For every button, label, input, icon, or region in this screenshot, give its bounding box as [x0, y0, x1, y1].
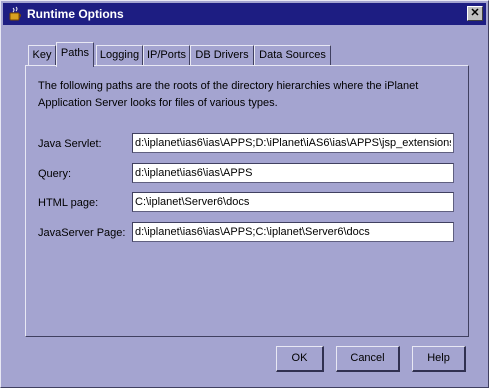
- tab-key[interactable]: Key: [28, 45, 56, 65]
- java-servlet-field[interactable]: [132, 133, 454, 153]
- cancel-button[interactable]: Cancel: [336, 346, 400, 372]
- java-cup-icon: [7, 6, 23, 22]
- title-bar[interactable]: Runtime Options ✕: [3, 3, 486, 25]
- runtime-options-dialog: Runtime Options ✕ Key Paths Logging IP/P…: [0, 0, 489, 388]
- close-icon: ✕: [470, 7, 480, 19]
- query-label: Query:: [38, 168, 72, 180]
- html-page-label: HTML page:: [38, 197, 99, 209]
- tab-logging[interactable]: Logging: [96, 45, 143, 65]
- window-title: Runtime Options: [27, 7, 124, 21]
- tab-data-sources[interactable]: Data Sources: [254, 45, 331, 65]
- java-servlet-label: Java Servlet:: [38, 138, 102, 150]
- html-page-field[interactable]: [132, 192, 454, 212]
- javaserver-page-label: JavaServer Page:: [38, 227, 126, 239]
- query-field[interactable]: [132, 163, 454, 183]
- help-button[interactable]: Help: [412, 346, 466, 372]
- close-button[interactable]: ✕: [467, 6, 483, 21]
- tab-paths[interactable]: Paths: [56, 42, 94, 67]
- tab-ip-ports[interactable]: IP/Ports: [143, 45, 190, 65]
- tab-db-drivers[interactable]: DB Drivers: [190, 45, 254, 65]
- paths-panel: The following paths are the roots of the…: [25, 65, 469, 337]
- ok-button[interactable]: OK: [276, 346, 324, 372]
- javaserver-page-field[interactable]: [132, 222, 454, 242]
- paths-description: The following paths are the roots of the…: [38, 80, 419, 109]
